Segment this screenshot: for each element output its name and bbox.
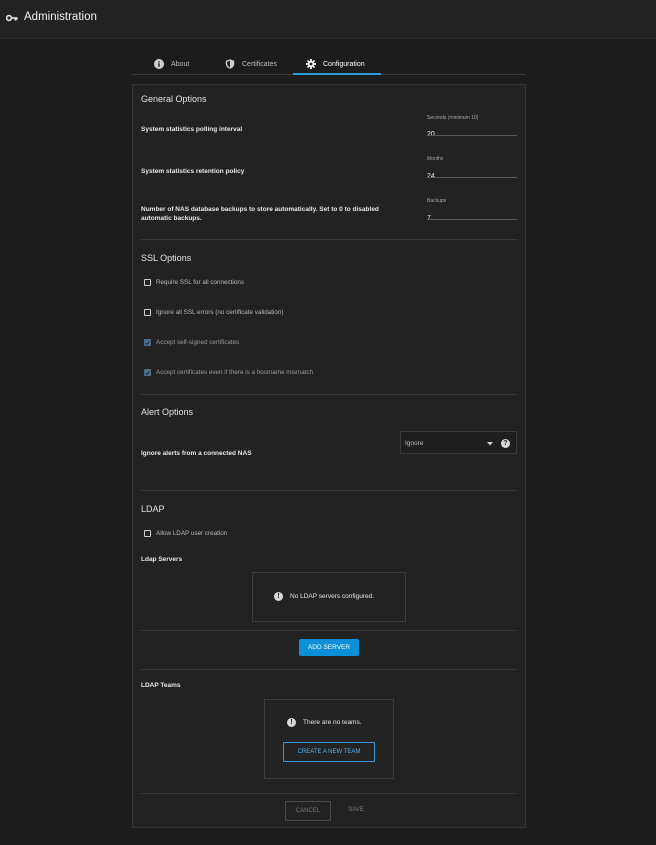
- divider: [141, 793, 517, 794]
- cancel-button[interactable]: CANCEL: [285, 801, 331, 821]
- ssl-option-require[interactable]: Require SSL for all connections: [144, 279, 244, 286]
- polling-interval-underline: [427, 135, 517, 136]
- retention-policy-label: System statistics retention policy: [141, 168, 245, 175]
- ignore-alerts-label: Ignore alerts from a connected NAS: [141, 450, 252, 457]
- ssl-option-self-signed-label: Accept self-signed certificates: [156, 339, 240, 346]
- ldap-teams-label: LDAP Teams: [141, 682, 181, 689]
- ldap-heading: LDAP: [141, 504, 165, 514]
- divider: [141, 239, 517, 240]
- polling-interval-input[interactable]: 20: [427, 123, 517, 138]
- checkbox-checked[interactable]: [144, 339, 151, 346]
- ssl-option-ignore-errors[interactable]: Ignore all SSL errors (no certificate va…: [144, 309, 284, 316]
- tab-configuration[interactable]: Configuration: [306, 53, 365, 75]
- ssl-option-hostname-mismatch[interactable]: Accept certificates even if there is a h…: [144, 369, 313, 376]
- checkbox[interactable]: [144, 309, 151, 316]
- retention-policy-underline: [427, 177, 517, 178]
- tab-configuration-label: Configuration: [323, 60, 365, 68]
- gear-icon: [306, 59, 316, 69]
- ldap-teams-empty: ! There are no teams. CREATE A NEW TEAM: [264, 699, 394, 779]
- divider: [141, 669, 517, 670]
- key-icon: [6, 14, 18, 22]
- page-title: Administration: [24, 11, 97, 23]
- retention-policy-hint: Months: [427, 156, 444, 162]
- ldap-teams-empty-text: There are no teams.: [303, 719, 362, 726]
- active-tab-indicator: [293, 73, 381, 75]
- tab-bar: About Certificates Configuration: [132, 53, 526, 75]
- divider: [141, 630, 517, 631]
- backups-label-line1: Number of NAS database backups to store …: [141, 206, 379, 213]
- divider: [141, 490, 517, 491]
- add-server-button[interactable]: ADD SERVER: [299, 639, 359, 656]
- divider: [141, 394, 517, 395]
- app-header: Administration: [0, 0, 656, 39]
- info-icon: [154, 59, 164, 69]
- tab-certificates[interactable]: Certificates: [225, 53, 277, 75]
- ldap-teams-message: ! There are no teams.: [287, 718, 362, 727]
- backups-label: Number of NAS database backups to store …: [141, 205, 421, 223]
- tab-certificates-label: Certificates: [242, 60, 278, 68]
- checkbox[interactable]: [144, 530, 151, 537]
- alert-options-heading: Alert Options: [141, 407, 194, 417]
- alert-icon: !: [287, 718, 296, 727]
- ldap-allow-creation-label: Allow LDAP user creation: [156, 530, 228, 537]
- ldap-servers-empty-text: No LDAP servers configured.: [290, 593, 375, 600]
- ssl-option-require-label: Require SSL for all connections: [156, 279, 244, 286]
- check-icon: [145, 370, 150, 375]
- polling-interval-hint: Seconds (minimum 10): [427, 115, 479, 121]
- ssl-option-hostname-mismatch-label: Accept certificates even if there is a h…: [156, 369, 314, 376]
- ssl-options-heading: SSL Options: [141, 253, 192, 263]
- help-icon[interactable]: ?: [501, 439, 510, 448]
- configuration-panel: General Options System statistics pollin…: [132, 84, 526, 828]
- ldap-servers-label: Ldap Servers: [141, 556, 183, 563]
- backups-label-line2: automatic backups.: [141, 215, 202, 222]
- ssl-option-self-signed[interactable]: Accept self-signed certificates: [144, 339, 239, 346]
- backups-input[interactable]: 7: [427, 207, 517, 222]
- save-button[interactable]: SAVE: [339, 801, 373, 821]
- checkbox[interactable]: [144, 279, 151, 286]
- tab-about-label: About: [171, 60, 190, 68]
- retention-policy-input[interactable]: 24: [427, 165, 517, 180]
- backups-underline: [427, 219, 517, 220]
- check-icon: [145, 340, 150, 345]
- caret-down-icon: [487, 442, 493, 446]
- create-team-button[interactable]: CREATE A NEW TEAM: [283, 742, 375, 762]
- polling-interval-label: System statistics polling interval: [141, 126, 243, 133]
- ldap-servers-empty: ! No LDAP servers configured.: [252, 572, 406, 622]
- general-options-heading: General Options: [141, 94, 207, 104]
- tab-about[interactable]: About: [154, 53, 189, 75]
- ignore-alerts-select[interactable]: Ignore ?: [400, 431, 517, 454]
- backups-hint: Backups: [427, 198, 447, 204]
- ldap-allow-creation[interactable]: Allow LDAP user creation: [144, 530, 227, 537]
- ssl-option-ignore-errors-label: Ignore all SSL errors (no certificate va…: [156, 309, 284, 316]
- shield-icon: [225, 59, 235, 69]
- checkbox-checked[interactable]: [144, 369, 151, 376]
- ignore-alerts-selected: Ignore: [405, 440, 424, 447]
- ldap-servers-message: ! No LDAP servers configured.: [274, 592, 374, 601]
- alert-icon: !: [274, 592, 283, 601]
